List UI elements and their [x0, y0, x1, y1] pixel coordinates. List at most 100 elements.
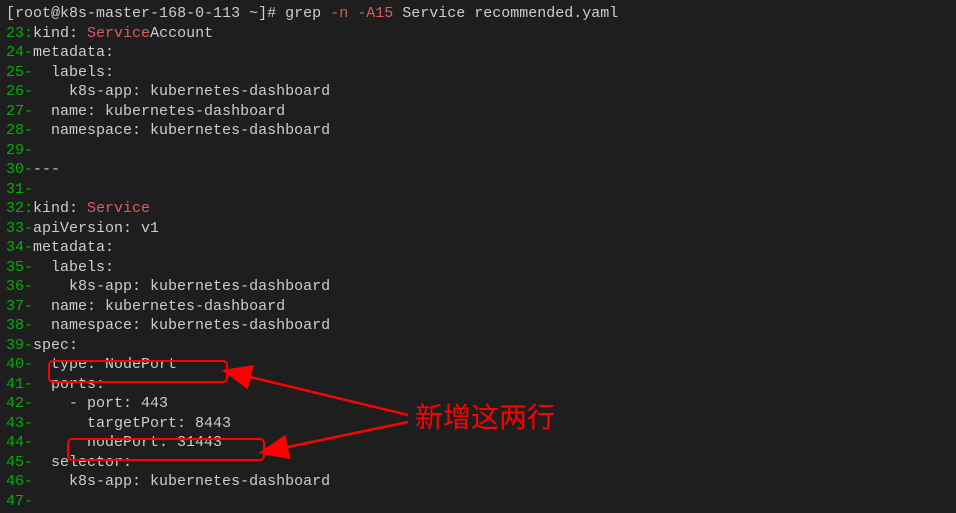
output-line: 38- namespace: kubernetes-dashboard [6, 316, 950, 336]
output-line: 43- targetPort: 8443 [6, 414, 950, 434]
line-separator: - [24, 259, 33, 276]
output-line: 27- name: kubernetes-dashboard [6, 102, 950, 122]
line-text: spec: [33, 337, 78, 354]
line-separator: - [24, 64, 33, 81]
command-file: recommended.yaml [474, 5, 618, 22]
output-line: 45- selector: [6, 453, 950, 473]
output-line: 42- - port: 443 [6, 394, 950, 414]
terminal-output: 23:kind: ServiceAccount24-metadata:25- l… [6, 24, 950, 512]
line-number: 25 [6, 64, 24, 81]
line-text: apiVersion: v1 [33, 220, 159, 237]
grep-match: Service [87, 200, 150, 217]
line-text: metadata: [33, 44, 114, 61]
shell-prompt: [root@k8s-master-168-0-113 ~]# [6, 5, 285, 22]
output-line: 23:kind: ServiceAccount [6, 24, 950, 44]
line-number: 30 [6, 161, 24, 178]
line-separator: - [24, 161, 33, 178]
output-line: 31- [6, 180, 950, 200]
line-text: selector: [33, 454, 132, 471]
line-separator: - [24, 395, 33, 412]
output-line: 26- k8s-app: kubernetes-dashboard [6, 82, 950, 102]
output-line: 30---- [6, 160, 950, 180]
line-number: 44 [6, 434, 24, 451]
line-separator: - [24, 220, 33, 237]
line-text: --- [33, 161, 60, 178]
line-number: 24 [6, 44, 24, 61]
command-flags: -n -A15 [330, 5, 393, 22]
line-number: 23 [6, 25, 24, 42]
output-line: 33-apiVersion: v1 [6, 219, 950, 239]
line-text: labels: [33, 64, 114, 81]
line-separator: - [24, 181, 33, 198]
line-number: 32 [6, 200, 24, 217]
output-line: 24-metadata: [6, 43, 950, 63]
line-separator: - [24, 473, 33, 490]
line-number: 42 [6, 395, 24, 412]
output-line: 29- [6, 141, 950, 161]
line-number: 35 [6, 259, 24, 276]
line-text: k8s-app: kubernetes-dashboard [33, 278, 330, 295]
line-text: metadata: [33, 239, 114, 256]
output-line: 34-metadata: [6, 238, 950, 258]
line-separator: - [24, 434, 33, 451]
output-line: 28- namespace: kubernetes-dashboard [6, 121, 950, 141]
line-number: 31 [6, 181, 24, 198]
output-line: 36- k8s-app: kubernetes-dashboard [6, 277, 950, 297]
line-number: 47 [6, 493, 24, 510]
line-separator: - [24, 415, 33, 432]
line-separator: - [24, 239, 33, 256]
line-text: namespace: kubernetes-dashboard [33, 317, 330, 334]
line-text: - port: 443 [33, 395, 168, 412]
line-separator: - [24, 103, 33, 120]
line-separator: - [24, 83, 33, 100]
line-separator: - [24, 142, 33, 159]
line-text: kind: [33, 25, 87, 42]
output-line: 37- name: kubernetes-dashboard [6, 297, 950, 317]
line-text: nodePort: 31443 [33, 434, 222, 451]
line-number: 43 [6, 415, 24, 432]
line-number: 28 [6, 122, 24, 139]
line-separator: : [24, 200, 33, 217]
line-text: name: kubernetes-dashboard [33, 103, 285, 120]
output-line: 47- [6, 492, 950, 512]
line-separator: : [24, 25, 33, 42]
line-separator: - [24, 356, 33, 373]
line-number: 36 [6, 278, 24, 295]
output-line: 46- k8s-app: kubernetes-dashboard [6, 472, 950, 492]
line-number: 37 [6, 298, 24, 315]
line-text: labels: [33, 259, 114, 276]
line-separator: - [24, 317, 33, 334]
output-line: 40- type: NodePort [6, 355, 950, 375]
line-text: targetPort: 8443 [33, 415, 231, 432]
line-text: type: NodePort [33, 356, 177, 373]
line-separator: - [24, 493, 33, 510]
line-text: name: kubernetes-dashboard [33, 298, 285, 315]
line-number: 38 [6, 317, 24, 334]
line-number: 26 [6, 83, 24, 100]
line-number: 33 [6, 220, 24, 237]
line-separator: - [24, 122, 33, 139]
line-text: kind: [33, 200, 87, 217]
grep-match: Service [87, 25, 150, 42]
line-number: 40 [6, 356, 24, 373]
line-number: 45 [6, 454, 24, 471]
line-separator: - [24, 298, 33, 315]
line-text: ports: [33, 376, 105, 393]
line-separator: - [24, 454, 33, 471]
output-line: 44- nodePort: 31443 [6, 433, 950, 453]
line-number: 41 [6, 376, 24, 393]
line-text: k8s-app: kubernetes-dashboard [33, 83, 330, 100]
line-separator: - [24, 376, 33, 393]
line-text: Account [150, 25, 213, 42]
output-line: 25- labels: [6, 63, 950, 83]
line-text: namespace: kubernetes-dashboard [33, 122, 330, 139]
output-line: 32:kind: Service [6, 199, 950, 219]
line-separator: - [24, 337, 33, 354]
prompt-line: [root@k8s-master-168-0-113 ~]# grep -n -… [6, 4, 950, 24]
line-number: 34 [6, 239, 24, 256]
command-pattern: Service [402, 5, 465, 22]
line-number: 39 [6, 337, 24, 354]
line-number: 46 [6, 473, 24, 490]
command-base: grep [285, 5, 321, 22]
line-separator: - [24, 278, 33, 295]
